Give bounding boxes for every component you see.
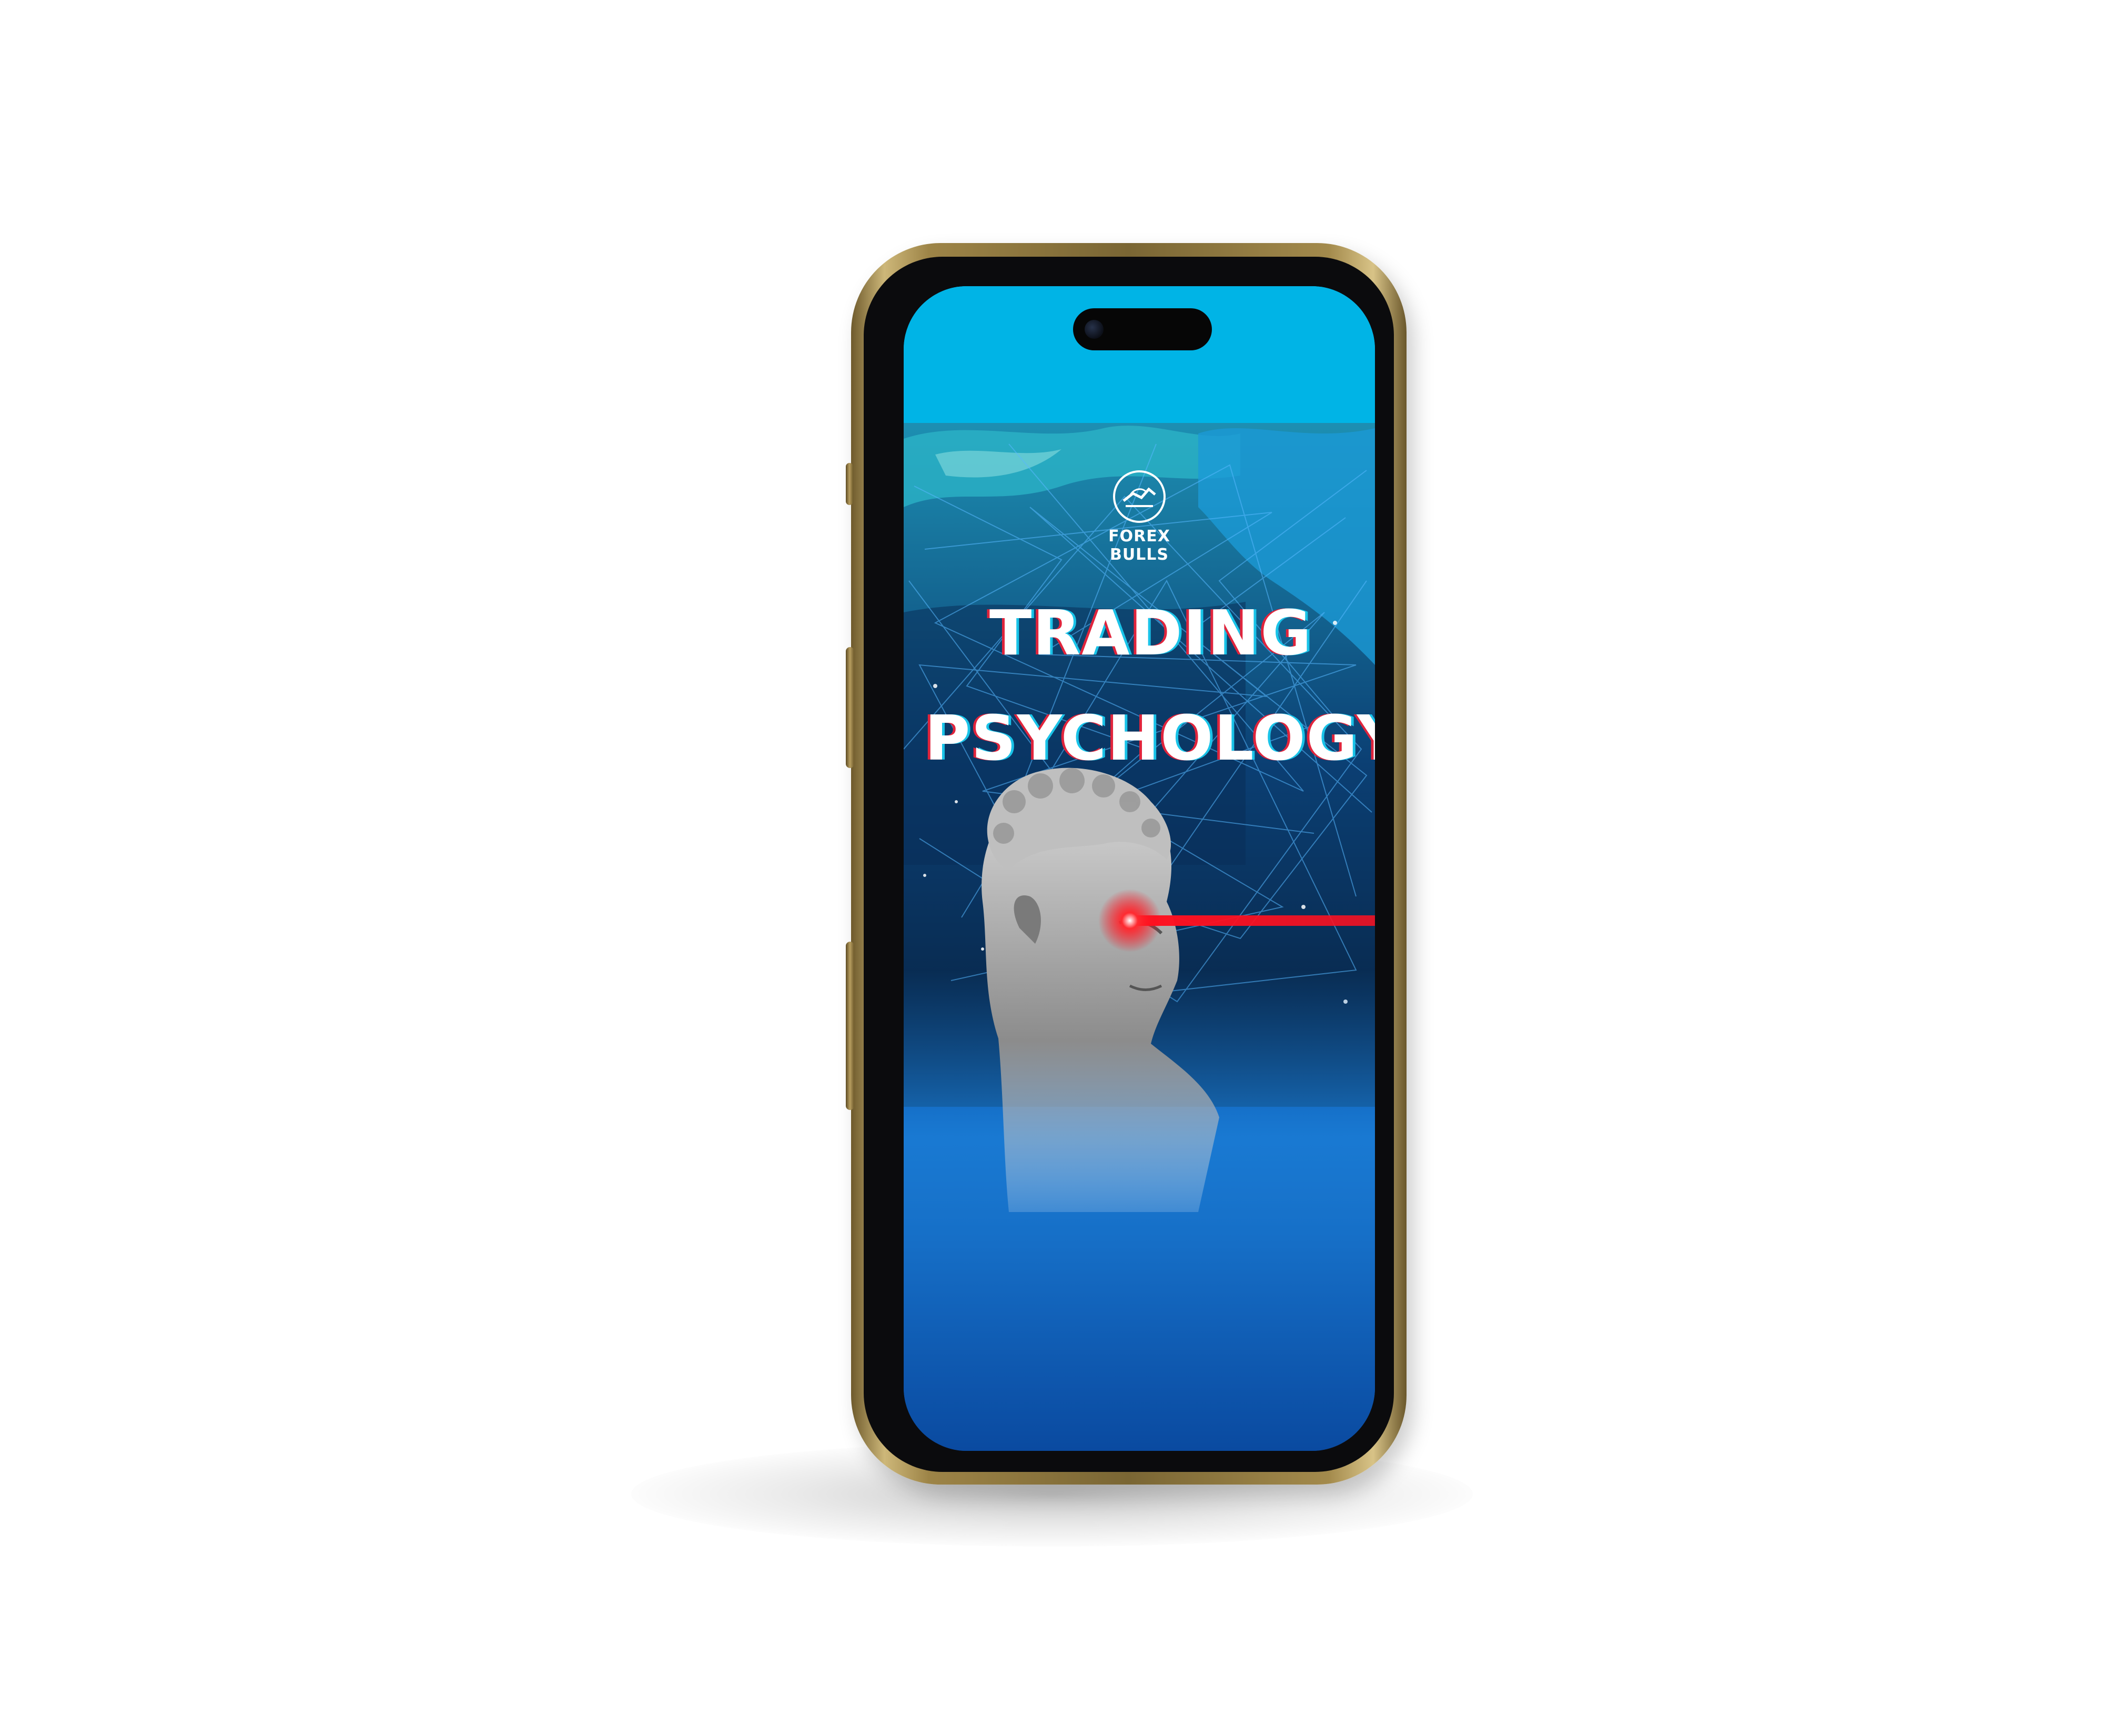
camera-icon (1085, 320, 1104, 339)
scene: FOREX BULLS TRADING PSYCHOLOGY (0, 0, 2104, 1736)
cover-artwork (904, 423, 1375, 1451)
dynamic-island (1073, 308, 1212, 350)
brand-name: FOREX BULLS (1108, 527, 1170, 564)
laser-beam-icon (1130, 915, 1375, 926)
headline-line-2: PSYCHOLOGY (925, 702, 1375, 774)
action-button (846, 463, 853, 505)
phone-screen: FOREX BULLS TRADING PSYCHOLOGY (904, 286, 1375, 1451)
laser-eye-glow (1098, 889, 1161, 952)
headline-line-1: TRADING (989, 597, 1313, 669)
volume-up-button (846, 647, 854, 768)
brand-logo (1113, 470, 1166, 523)
volume-down-button (846, 942, 854, 1110)
